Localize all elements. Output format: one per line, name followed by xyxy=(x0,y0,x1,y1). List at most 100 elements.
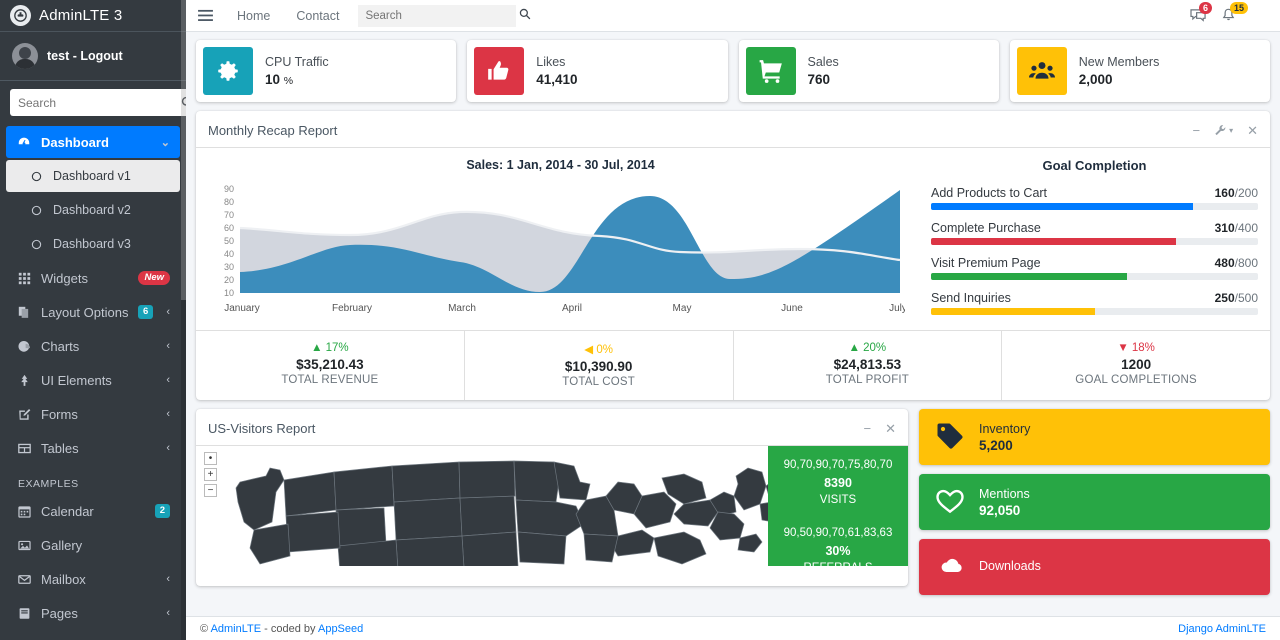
bottom-row: US-Visitors Report − ✕ • + − 90,70,90,70… xyxy=(196,409,1270,595)
stat-label: TOTAL COST xyxy=(562,376,635,388)
top-navbar: Home Contact 6 15 xyxy=(186,0,1280,32)
goal-row: Visit Premium Page 480/800 xyxy=(931,256,1258,280)
us-map[interactable]: • + − xyxy=(196,446,768,566)
navbar-search xyxy=(358,4,531,27)
sidebar-item-calendar[interactable]: Calendar 2 xyxy=(6,495,180,527)
stat-label: TOTAL REVENUE xyxy=(281,374,379,386)
card-title: Monthly Recap Report xyxy=(208,123,338,138)
info-box-sales[interactable]: Sales 760 xyxy=(738,40,999,102)
wrench-icon[interactable]: ▾ xyxy=(1214,124,1233,137)
sidebar-item-charts[interactable]: Charts ‹ xyxy=(6,330,180,362)
status-badge: New xyxy=(138,271,170,285)
stat-value: $24,813.53 xyxy=(833,357,902,372)
referrals-value: 30% xyxy=(825,544,851,559)
times-icon[interactable]: ✕ xyxy=(885,422,896,435)
referrals-stat: 90,50,90,70,61,83,63 30% REFERRALS xyxy=(768,525,908,566)
brand-link[interactable]: AdminLTE 3 xyxy=(0,0,186,32)
sidebar-item-label: Calendar xyxy=(41,503,94,519)
sidebar-item-layout-options[interactable]: Layout Options 6 ‹ xyxy=(6,296,180,328)
svg-text:February: February xyxy=(332,303,372,314)
chart-svg: 908070 605040 302010 January February Ma… xyxy=(224,184,907,314)
app-root: AdminLTE 3 test - Logout Dashboard ⌄ xyxy=(0,0,1280,640)
status-badge: 6 xyxy=(138,305,154,319)
footer-copyright-mid: - coded by xyxy=(261,622,318,635)
widget-content: Inventory 5,200 xyxy=(979,422,1030,453)
tree-icon xyxy=(16,374,32,387)
hamburger-icon[interactable] xyxy=(198,9,224,22)
minus-icon[interactable]: − xyxy=(864,422,872,435)
sidebar-item-dashboard-v3[interactable]: Dashboard v3 xyxy=(6,228,180,260)
stat-value: 1200 xyxy=(1121,357,1152,372)
envelope-icon xyxy=(16,573,32,586)
chevron-left-icon: ‹ xyxy=(166,408,170,420)
sidebar-item-label: Charts xyxy=(41,338,80,354)
footer-adminlte-link[interactable]: AdminLTE xyxy=(211,623,262,635)
card-header: US-Visitors Report − ✕ xyxy=(196,412,908,446)
sidebar-item-widgets[interactable]: Widgets New xyxy=(6,262,180,294)
info-box-cpu-traffic[interactable]: CPU Traffic 10 % xyxy=(196,40,457,102)
chevron-left-icon: ‹ xyxy=(166,607,170,619)
svg-text:40: 40 xyxy=(224,249,234,259)
sidebar-item-forms[interactable]: Forms ‹ xyxy=(6,398,180,430)
sidebar-item-dashboard-v2[interactable]: Dashboard v2 xyxy=(6,194,180,226)
search-icon[interactable] xyxy=(519,8,531,23)
widget-value: 5,200 xyxy=(979,437,1013,453)
heart-icon xyxy=(935,487,965,518)
pie-chart-icon xyxy=(16,340,32,353)
goal-name: Add Products to Cart xyxy=(931,186,1048,200)
sidebar-search xyxy=(0,81,186,122)
notifications-badge: 15 xyxy=(1230,2,1249,15)
recap-body: Sales: 1 Jan, 2014 - 30 Jul, 2014 90 80 70… xyxy=(196,148,1270,330)
info-box-content: Likes 41,410 xyxy=(536,55,577,87)
bell-icon[interactable]: 15 xyxy=(1221,2,1249,23)
user-panel[interactable]: test - Logout xyxy=(0,32,186,81)
info-box-title: Sales xyxy=(807,55,839,69)
referrals-label: REFERRALS xyxy=(768,560,908,566)
info-box-content: Sales 760 xyxy=(808,55,839,87)
adminlte-logo-icon xyxy=(10,5,31,26)
sidebar-item-ui-elements[interactable]: UI Elements ‹ xyxy=(6,364,180,396)
sidebar-item-label: UI Elements xyxy=(41,372,112,388)
sidebar-item-label: Gallery xyxy=(41,537,83,553)
widget-inventory[interactable]: Inventory 5,200 xyxy=(919,409,1270,465)
svg-text:70: 70 xyxy=(224,210,234,220)
widget-title: Mentions xyxy=(979,486,1030,501)
map-reset-button[interactable]: • xyxy=(204,452,217,465)
info-box-likes[interactable]: Likes 41,410 xyxy=(467,40,728,102)
minus-icon[interactable]: − xyxy=(1192,124,1200,137)
goal-row: Complete Purchase 310/400 xyxy=(931,221,1258,245)
cloud-download-icon xyxy=(935,554,965,581)
map-zoom-out-button[interactable]: − xyxy=(204,484,217,497)
sidebar-item-tables[interactable]: Tables ‹ xyxy=(6,432,180,464)
comments-icon[interactable]: 6 xyxy=(1190,2,1213,23)
navbar-link-contact[interactable]: Contact xyxy=(283,9,352,23)
footer-appseed-link[interactable]: AppSeed xyxy=(318,623,363,635)
sidebar-item-dashboard[interactable]: Dashboard ⌄ xyxy=(6,126,180,158)
map-zoom-in-button[interactable]: + xyxy=(204,468,217,481)
calendar-icon xyxy=(16,505,32,518)
sidebar-item-mailbox[interactable]: Mailbox ‹ xyxy=(6,563,180,595)
goal-value: 250/500 xyxy=(1214,291,1258,305)
svg-text:July: July xyxy=(889,303,905,314)
users-icon xyxy=(1016,47,1067,95)
sidebar-item-gallery[interactable]: Gallery xyxy=(6,529,180,561)
navbar-link-home[interactable]: Home xyxy=(224,9,283,23)
sidebar-nav: Dashboard ⌄ Dashboard v1 Dashboard v2 Da… xyxy=(0,122,186,640)
tachometer-icon xyxy=(16,135,32,149)
times-icon[interactable]: ✕ xyxy=(1247,124,1258,137)
sidebar-item-pages[interactable]: Pages ‹ xyxy=(6,597,180,629)
search-input[interactable] xyxy=(365,9,520,22)
widget-downloads[interactable]: Downloads xyxy=(919,539,1270,595)
svg-text:30: 30 xyxy=(224,262,234,272)
th-large-icon[interactable] xyxy=(1250,9,1264,23)
sidebar-search-input[interactable] xyxy=(10,89,181,116)
stat-value: $35,210.43 xyxy=(296,357,364,372)
sidebar-item-dashboard-v1[interactable]: Dashboard v1 xyxy=(6,160,180,192)
goal-name: Complete Purchase xyxy=(931,221,1041,235)
info-box-new-members[interactable]: New Members 2,000 xyxy=(1009,40,1270,102)
footer-version-link[interactable]: Django AdminLTE xyxy=(1178,623,1266,635)
goal-name: Visit Premium Page xyxy=(931,256,1041,270)
widget-mentions[interactable]: Mentions 92,050 xyxy=(919,474,1270,530)
circle-icon xyxy=(28,171,44,182)
goal-head: Add Products to Cart 160/200 xyxy=(931,186,1258,200)
